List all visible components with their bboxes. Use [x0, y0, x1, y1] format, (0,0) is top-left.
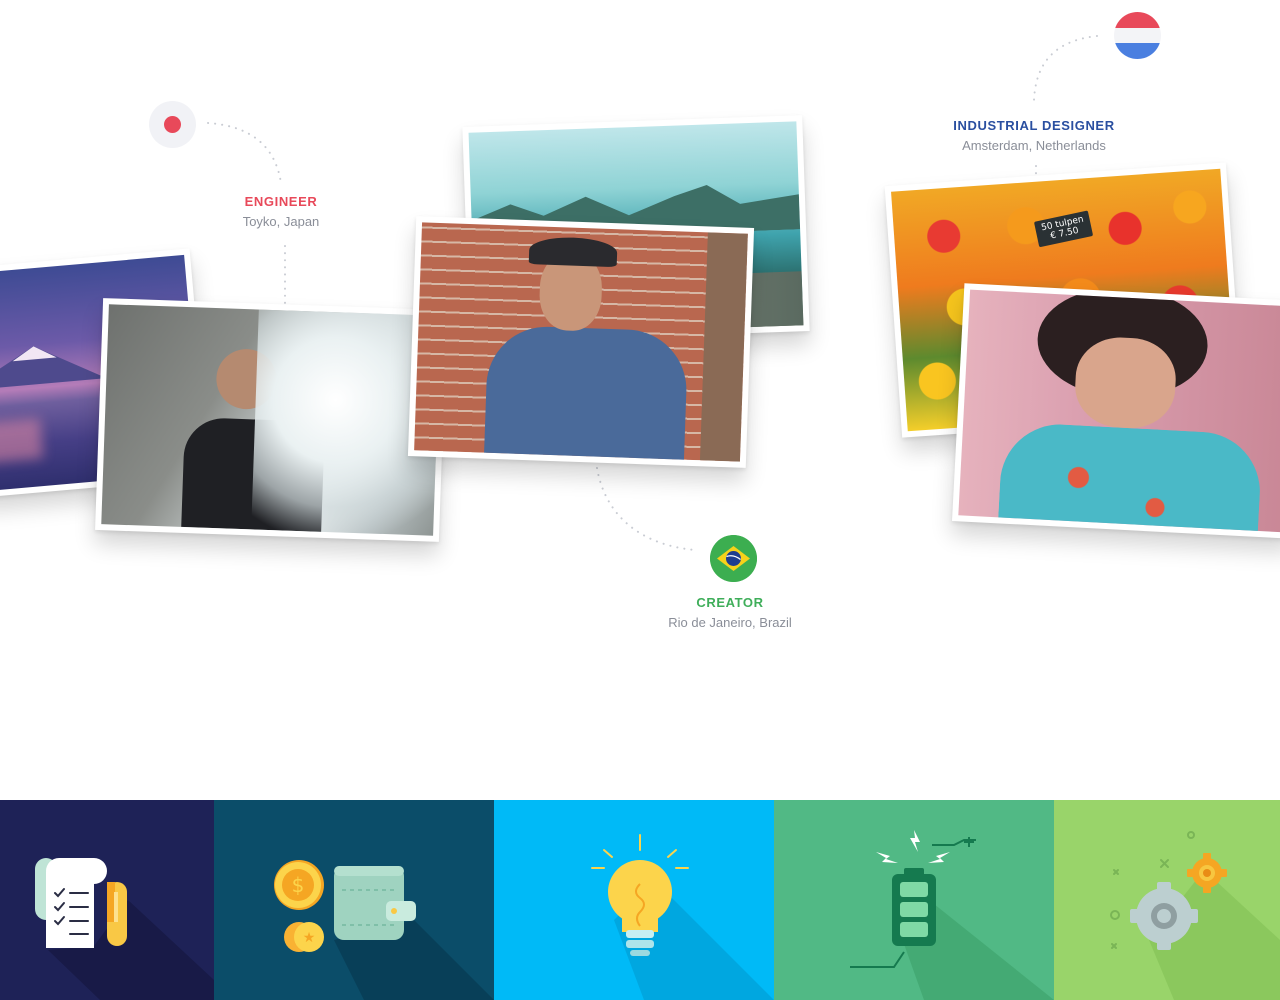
profile-location: Amsterdam, Netherlands — [962, 138, 1106, 153]
photo-image — [414, 222, 748, 462]
photo-image — [101, 304, 441, 536]
profile-label-creator: CREATOR Rio de Janeiro, Brazil — [650, 595, 810, 630]
profile-location: Rio de Janeiro, Brazil — [668, 615, 792, 630]
lightbulb-icon — [591, 834, 774, 1000]
feature-tile-settings — [1054, 800, 1280, 1000]
feature-tile-finance: ★ $ — [214, 800, 494, 1000]
person-face — [1073, 335, 1178, 431]
person-body — [484, 324, 689, 462]
document-checklist-icon — [35, 858, 214, 1000]
person-dress — [996, 421, 1263, 533]
photo-door — [699, 232, 748, 462]
connector-japan-top — [207, 122, 282, 184]
feature-tile-documents — [0, 800, 214, 1000]
price-sign: 50 tulpen € 7.50 — [1033, 210, 1094, 248]
feature-strip: ★ $ — [0, 800, 1280, 1000]
svg-text:$: $ — [292, 873, 305, 897]
brazil-flag-icon — [710, 535, 757, 582]
profile-role: CREATOR — [696, 595, 764, 610]
connector-netherlands-top — [1033, 35, 1098, 101]
photo-engineer-water-splash — [95, 298, 447, 542]
person-hat — [528, 236, 618, 268]
profile-location: Toyko, Japan — [242, 214, 320, 229]
flag-band-white — [1114, 27, 1161, 44]
coins-wallet-icon: ★ $ — [274, 860, 494, 1000]
gears-settings-icon — [1110, 831, 1280, 1000]
photo-creator-portrait — [407, 216, 755, 468]
water-reflection — [0, 418, 44, 464]
japan-flag-icon — [149, 101, 196, 148]
svg-text:★: ★ — [303, 930, 316, 946]
photo-image — [958, 289, 1280, 533]
brazil-flag-graphic — [710, 535, 757, 582]
feature-tile-idea — [494, 800, 774, 1000]
japan-flag-sun — [164, 116, 181, 133]
feature-tile-energy — [774, 800, 1054, 1000]
profile-role: ENGINEER — [244, 194, 318, 209]
profile-label-industrial-designer: INDUSTRIAL DESIGNER Amsterdam, Netherlan… — [944, 118, 1124, 153]
photo-designer-portrait — [952, 283, 1280, 539]
netherlands-flag-icon — [1114, 12, 1161, 59]
battery-charging-icon — [850, 830, 1054, 1000]
profiles-map: ENGINEER Toyko, Japan INDUSTRIAL DESIGNE… — [0, 0, 1280, 800]
profile-role: INDUSTRIAL DESIGNER — [953, 118, 1115, 133]
connector-brazil — [596, 467, 696, 551]
profile-label-engineer: ENGINEER Toyko, Japan — [216, 194, 346, 229]
